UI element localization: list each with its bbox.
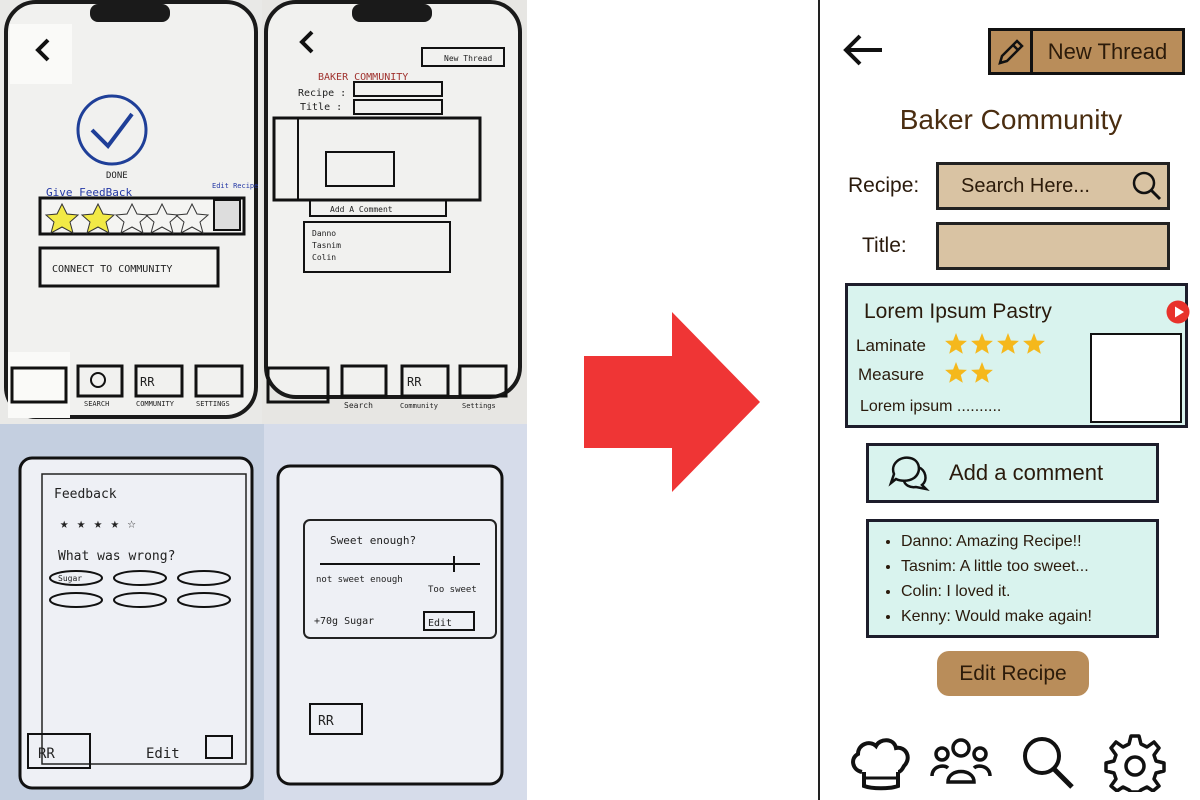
settings-gear-icon[interactable]: [1102, 732, 1168, 792]
recipe-label: Recipe:: [848, 174, 920, 197]
page-title: Baker Community: [899, 104, 1123, 135]
nav-search-sketch-2: Search: [344, 401, 373, 410]
community-icon[interactable]: [928, 732, 994, 792]
commenter-2-sketch: Tasnim: [312, 241, 341, 250]
star-icon: [971, 333, 993, 354]
recipe-card-title: Lorem Ipsum Pastry: [864, 300, 1052, 323]
too-sweet-sketch: Too sweet: [428, 585, 477, 595]
sketch-feedback-screen: Feedback ★ ★ ★ ★ ☆ What was wrong? Sugar…: [0, 424, 264, 800]
done-label: DONE: [106, 171, 128, 181]
comment-item: Colin: I loved it.: [901, 579, 1156, 604]
star-icon: [1023, 333, 1045, 354]
edit-sketch-label-2: Edit: [428, 618, 452, 629]
sweet-enough-sketch: Sweet enough?: [330, 534, 416, 547]
what-was-wrong-sketch: What was wrong?: [58, 549, 175, 564]
not-sweet-enough-sketch: not sweet enough: [316, 575, 403, 585]
edit-recipe-button[interactable]: Edit Recipe: [937, 651, 1089, 696]
add-comment-label: Add a comment: [949, 460, 1104, 485]
title-input[interactable]: [936, 222, 1170, 270]
new-thread-label: New Thread: [1047, 38, 1168, 64]
nav-community-sketch: COMMUNITY: [136, 400, 175, 408]
pencil-icon: [991, 31, 1033, 72]
search-nav-icon[interactable]: [1016, 732, 1082, 792]
connect-community-sketch-button: CONNECT TO COMMUNITY: [52, 264, 172, 275]
svg-text:RR: RR: [140, 375, 155, 389]
comment-item: Kenny: Would make again!: [901, 604, 1156, 629]
recipe-card-description: Lorem ipsum ..........: [860, 398, 1002, 415]
star-icon: [997, 333, 1019, 354]
recipe-search-input[interactable]: Search Here...: [936, 162, 1170, 210]
laminate-stars: [944, 332, 1048, 360]
comment-item: Danno: Amazing Recipe!!: [901, 529, 1156, 554]
recipe-card[interactable]: Lorem Ipsum Pastry Laminate Measure Lore…: [845, 283, 1190, 428]
svg-text:RR: RR: [38, 746, 55, 762]
comments-list: Danno: Amazing Recipe!! Tasnim: A little…: [866, 519, 1159, 638]
nav-settings-sketch: SETTINGS: [196, 400, 230, 408]
search-placeholder: Search Here...: [961, 174, 1090, 197]
back-arrow-icon[interactable]: [840, 30, 886, 70]
edit-sketch-label: Edit: [146, 746, 180, 762]
title-sketch-label: Title :: [300, 102, 342, 113]
transition-arrow-icon: [584, 312, 760, 492]
commenter-1-sketch: Danno: [312, 229, 336, 238]
edit-recipe-sketch-label: Edit Recipe: [212, 182, 258, 190]
sugar-amount-sketch: +70g Sugar: [314, 616, 374, 627]
svg-text:RR: RR: [318, 714, 334, 729]
play-icon[interactable]: [1166, 300, 1190, 324]
search-icon[interactable]: [1127, 166, 1167, 206]
title-label: Title:: [862, 234, 907, 257]
feedback-sketch-heading: Feedback: [54, 487, 117, 502]
nav-community-sketch-2: Community: [400, 402, 438, 410]
star-icon: [945, 362, 967, 383]
sketch-done-screen: DONE Give FeedBack Edit Recipe CONNECT T…: [0, 0, 262, 424]
sketch-community-screen: New Thread BAKER COMMUNITY Recipe : Titl…: [262, 0, 527, 424]
add-comment-button[interactable]: Add a comment: [866, 443, 1159, 503]
recipe-sketch-label: Recipe :: [298, 88, 346, 99]
nav-settings-sketch-2: Settings: [462, 402, 496, 410]
sketch-sweetness-screen: Sweet enough? not sweet enough Too sweet…: [264, 424, 527, 800]
star-icon: [945, 333, 967, 354]
measure-stars: [944, 361, 996, 389]
baker-community-screen: New Thread Baker Community Recipe: Searc…: [818, 0, 1200, 800]
star-icon: [971, 362, 993, 383]
nav-search-sketch: SEARCH: [84, 400, 109, 408]
recipe-image-placeholder: [1090, 333, 1182, 423]
chat-bubbles-icon: [869, 454, 949, 492]
sugar-option-sketch: Sugar: [58, 574, 82, 583]
comment-item: Tasnim: A little too sweet...: [901, 554, 1156, 579]
new-thread-sketch: New Thread: [444, 54, 492, 63]
commenter-3-sketch: Colin: [312, 253, 336, 262]
new-thread-button[interactable]: New Thread: [988, 28, 1185, 75]
measure-rating-label: Measure: [858, 365, 925, 384]
add-comment-sketch: Add A Comment: [330, 205, 393, 214]
chef-hat-icon[interactable]: [848, 732, 914, 792]
laminate-rating-label: Laminate: [856, 336, 926, 355]
svg-text:★ ★ ★ ★ ☆: ★ ★ ★ ★ ☆: [60, 516, 136, 532]
svg-text:RR: RR: [407, 375, 422, 389]
